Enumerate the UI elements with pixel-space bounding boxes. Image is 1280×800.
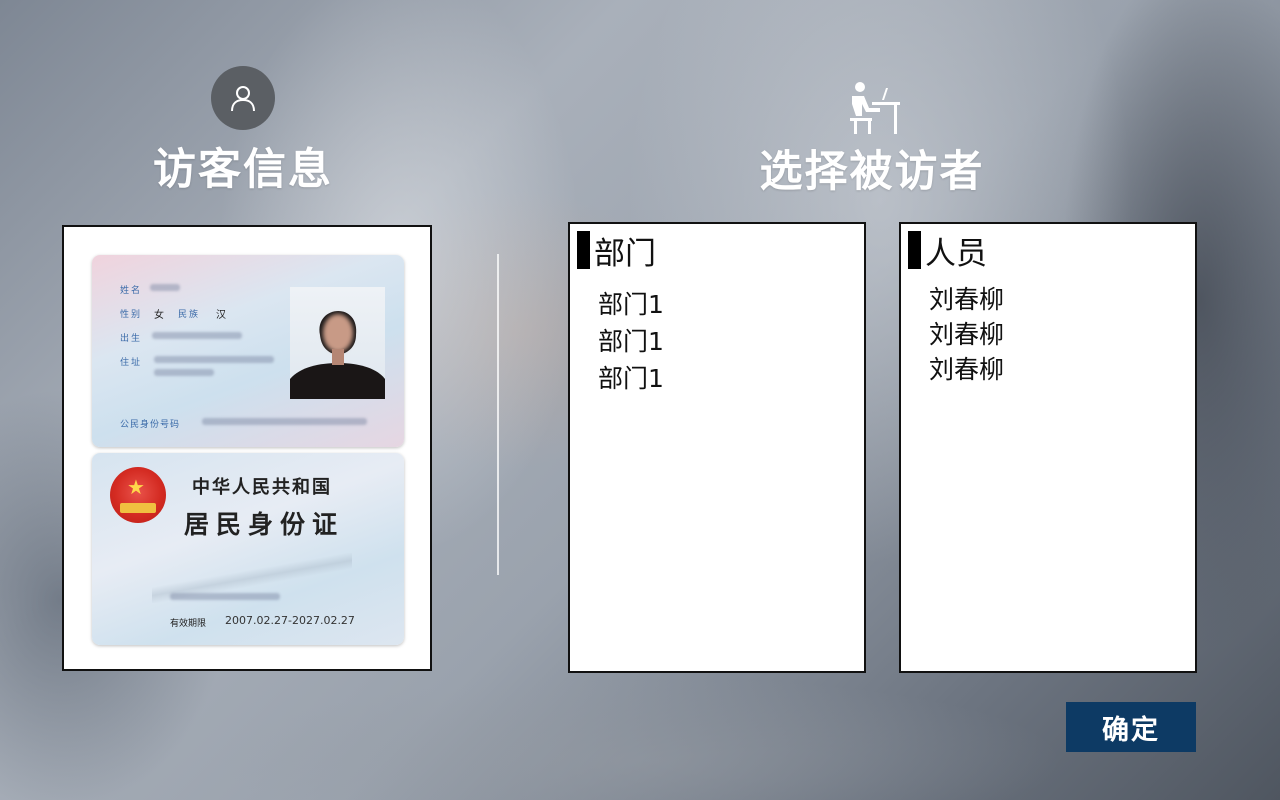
gender-value: 女 <box>154 310 164 321</box>
ethnicity-label: 民族 <box>178 310 201 320</box>
department-list-header: 部门 <box>577 230 656 272</box>
department-item[interactable]: 部门1 <box>598 286 664 323</box>
user-icon <box>211 66 275 130</box>
id-number-label: 公民身份号码 <box>120 420 181 430</box>
department-items: 部门1 部门1 部门1 <box>598 286 664 397</box>
id-card-panel: 姓名 性别 女 民族 汉 出生 住址 公民身份号码 ★ 中华人民共和国 居民身份… <box>62 225 432 671</box>
people-list-header: 人员 <box>908 230 987 272</box>
person-item[interactable]: 刘春柳 <box>929 282 1004 317</box>
national-emblem-icon: ★ <box>110 467 166 523</box>
birth-label: 出生 <box>120 334 143 344</box>
confirm-button[interactable]: 确定 <box>1066 702 1196 752</box>
person-item[interactable]: 刘春柳 <box>929 352 1004 387</box>
department-item[interactable]: 部门1 <box>598 323 664 360</box>
address-value-redacted <box>154 356 274 363</box>
people-list[interactable]: 人员 刘春柳 刘春柳 刘春柳 <box>899 222 1197 673</box>
name-label: 姓名 <box>120 286 143 296</box>
id-number-redacted <box>202 418 367 425</box>
visitor-info-header: 访客信息 <box>143 66 343 196</box>
ethnicity-value: 汉 <box>216 310 226 321</box>
person-at-desk-icon <box>842 78 902 138</box>
address-value-redacted-line2 <box>154 369 214 376</box>
department-item[interactable]: 部门1 <box>598 360 664 397</box>
host-select-header: 选择被访者 <box>740 78 1004 198</box>
header-marker <box>908 231 921 269</box>
visitor-info-title: 访客信息 <box>153 145 333 195</box>
header-marker <box>577 231 590 269</box>
validity-value: 2007.02.27-2027.02.27 <box>225 614 355 627</box>
vertical-divider <box>497 254 499 575</box>
host-select-title: 选择被访者 <box>759 147 985 197</box>
people-header-label: 人员 <box>925 235 987 272</box>
id-photo <box>290 287 385 399</box>
id-card-back: ★ 中华人民共和国 居民身份证 有效期限 2007.02.27-2027.02.… <box>92 453 404 645</box>
address-label: 住址 <box>120 358 143 368</box>
issuer-redacted <box>170 593 280 600</box>
person-item[interactable]: 刘春柳 <box>929 317 1004 352</box>
department-list[interactable]: 部门 部门1 部门1 部门1 <box>568 222 866 673</box>
validity-label: 有效期限 <box>170 619 207 629</box>
department-header-label: 部门 <box>594 235 656 272</box>
id-card-front: 姓名 性别 女 民族 汉 出生 住址 公民身份号码 <box>92 255 404 447</box>
gender-label: 性别 <box>120 310 143 320</box>
card-country: 中华人民共和国 <box>192 477 332 498</box>
birth-value-redacted <box>152 332 242 339</box>
name-value-redacted <box>150 284 180 291</box>
card-name: 居民身份证 <box>184 510 345 539</box>
people-items: 刘春柳 刘春柳 刘春柳 <box>929 282 1004 387</box>
